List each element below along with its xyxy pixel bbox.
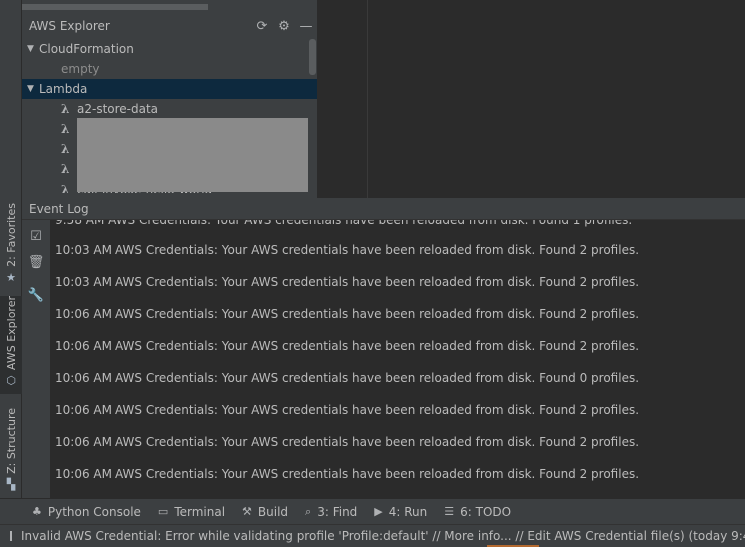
event-log-title: Event Log	[29, 201, 89, 216]
vertical-scrollbar[interactable]	[309, 39, 316, 75]
log-line-partial: 9:58 AM AWS Credentials: Your AWS creden…	[55, 220, 632, 231]
tree-node-function[interactable]: λ a2-store-data	[22, 99, 317, 119]
tree-node-label: a2-store-data	[77, 102, 159, 116]
event-log-header: Event Log	[22, 198, 745, 220]
log-time: 10:03 AM	[55, 243, 112, 257]
python-console-button[interactable]: ♣ Python Console	[32, 505, 141, 519]
status-bar: Invalid AWS Credential: Error while vali…	[0, 524, 745, 547]
structure-icon: ▚	[6, 477, 16, 491]
todo-button[interactable]: ☰ 6: TODO	[444, 505, 511, 519]
search-icon: ⌕	[305, 504, 312, 518]
editor-area	[319, 0, 745, 198]
status-message[interactable]: Invalid AWS Credential: Error while vali…	[21, 529, 745, 543]
log-message: AWS Credentials: Your AWS credentials ha…	[115, 467, 640, 481]
tab-favorites-label: 2: Favorites	[4, 203, 18, 267]
lambda-icon: λ	[61, 102, 70, 116]
log-message: AWS Credentials: Your AWS credentials ha…	[115, 435, 640, 449]
log-time: 10:06 AM	[55, 435, 112, 449]
bottom-tool-bar: ♣ Python Console ▭ Terminal ⚒ Build ⌕ 3:…	[0, 498, 745, 524]
tool-label: Python Console	[47, 504, 141, 519]
tree-node-cloudformation[interactable]: ▼ CloudFormation	[22, 39, 317, 59]
tab-aws-explorer[interactable]: AWS Explorer ⬡	[0, 296, 22, 394]
log-time: 10:06 AM	[55, 403, 112, 417]
log-message: AWS Credentials: Your AWS credentials ha…	[115, 339, 640, 353]
log-time: 10:03 AM	[55, 275, 112, 289]
lambda-icon: λ	[61, 142, 70, 156]
log-entry: 10:06 AM AWS Credentials: Your AWS crede…	[55, 403, 639, 421]
expand-arrow-icon[interactable]: ▼	[22, 84, 36, 94]
wrench-icon[interactable]: 🔧	[22, 282, 50, 308]
log-entry: 10:06 AM AWS Credentials: Your AWS crede…	[55, 467, 639, 485]
explorer-top-scroll	[22, 0, 317, 10]
event-log-content: 9:58 AM AWS Credentials: Your AWS creden…	[50, 220, 745, 498]
tree-node-label: empty	[61, 62, 100, 76]
explorer-title: AWS Explorer	[29, 19, 110, 33]
log-entry: 10:06 AM AWS Credentials: Your AWS crede…	[55, 435, 639, 453]
log-message: AWS Credentials: Your AWS credentials ha…	[115, 403, 640, 417]
tab-favorites[interactable]: 2: Favorites ★	[0, 203, 22, 285]
horizontal-scrollbar[interactable]	[22, 4, 208, 10]
lambda-icon: λ	[61, 183, 70, 193]
tab-structure-label: Z: Structure	[4, 408, 18, 474]
aws-explorer-panel: AWS Explorer ⟳ ⚙ — ▼ CloudFormation empt…	[22, 0, 318, 198]
lambda-icon: λ	[61, 162, 70, 176]
refresh-icon[interactable]: ⟳	[251, 19, 273, 34]
find-button[interactable]: ⌕ 3: Find	[305, 505, 357, 519]
log-time: 10:06 AM	[55, 371, 112, 385]
redacted-block	[77, 118, 308, 192]
terminal-icon: ▭	[157, 505, 169, 518]
python-icon: ♣	[32, 505, 42, 518]
log-message: AWS Credentials: Your AWS credentials ha…	[115, 243, 640, 257]
hammer-icon: ⚒	[242, 505, 252, 518]
log-time: 10:06 AM	[55, 467, 112, 481]
tab-aws-explorer-label: AWS Explorer	[4, 296, 18, 371]
log-time: 10:06 AM	[55, 307, 112, 321]
tool-label: 6: TODO	[460, 504, 512, 519]
log-partial-text: 9:58 AM AWS Credentials: Your AWS creden…	[55, 220, 633, 227]
mark-read-icon[interactable]: ☑	[22, 223, 50, 249]
log-time: 10:06 AM	[55, 339, 112, 353]
left-tool-stripe: 2: Favorites ★ AWS Explorer ⬡ Z: Structu…	[0, 0, 22, 498]
tree-node-label: CloudFormation	[39, 42, 134, 56]
tool-label: Terminal	[174, 504, 226, 519]
editor-divider	[367, 0, 368, 198]
explorer-header: AWS Explorer ⟳ ⚙ —	[22, 15, 317, 37]
log-entry: 10:06 AM AWS Credentials: Your AWS crede…	[55, 371, 639, 389]
run-button[interactable]: ▶ 4: Run	[374, 505, 427, 519]
tree-node-label: Lambda	[39, 82, 88, 96]
gear-icon[interactable]: ⚙	[273, 19, 295, 34]
tool-label: 3: Find	[317, 504, 358, 519]
expand-arrow-icon[interactable]: ▼	[22, 44, 36, 54]
event-log-toolbar: ☑ 🗑 🔧	[22, 220, 50, 498]
log-message: AWS Credentials: Your AWS credentials ha…	[115, 307, 640, 321]
log-entry: 10:06 AM AWS Credentials: Your AWS crede…	[55, 307, 639, 325]
cube-icon: ⬡	[6, 374, 16, 388]
log-message: AWS Credentials: Your AWS credentials ha…	[115, 371, 640, 385]
tab-structure[interactable]: Z: Structure ▚	[0, 408, 22, 491]
tree-node-empty: empty	[22, 59, 317, 79]
star-icon: ★	[6, 270, 16, 284]
log-entry: 10:06 AM AWS Credentials: Your AWS crede…	[55, 339, 639, 357]
tree-node-lambda[interactable]: ▼ Lambda	[22, 79, 317, 99]
tool-label: Build	[257, 504, 289, 519]
minimize-icon[interactable]: —	[295, 19, 317, 34]
build-button[interactable]: ⚒ Build	[242, 505, 288, 519]
log-entry: 10:03 AM AWS Credentials: Your AWS crede…	[55, 275, 639, 293]
tool-label: 4: Run	[388, 504, 428, 519]
lambda-icon: λ	[61, 122, 70, 136]
log-message: AWS Credentials: Your AWS credentials ha…	[115, 275, 640, 289]
tool-windows-icon[interactable]	[10, 531, 12, 541]
event-log-panel: Event Log ☑ 🗑 🔧 9:58 AM AWS Credentials:…	[22, 198, 745, 498]
log-entry: 10:03 AM AWS Credentials: Your AWS crede…	[55, 243, 639, 261]
play-icon: ▶	[374, 505, 383, 518]
trash-icon[interactable]: 🗑	[22, 249, 50, 275]
terminal-button[interactable]: ▭ Terminal	[158, 505, 225, 519]
list-icon: ☰	[444, 505, 455, 518]
